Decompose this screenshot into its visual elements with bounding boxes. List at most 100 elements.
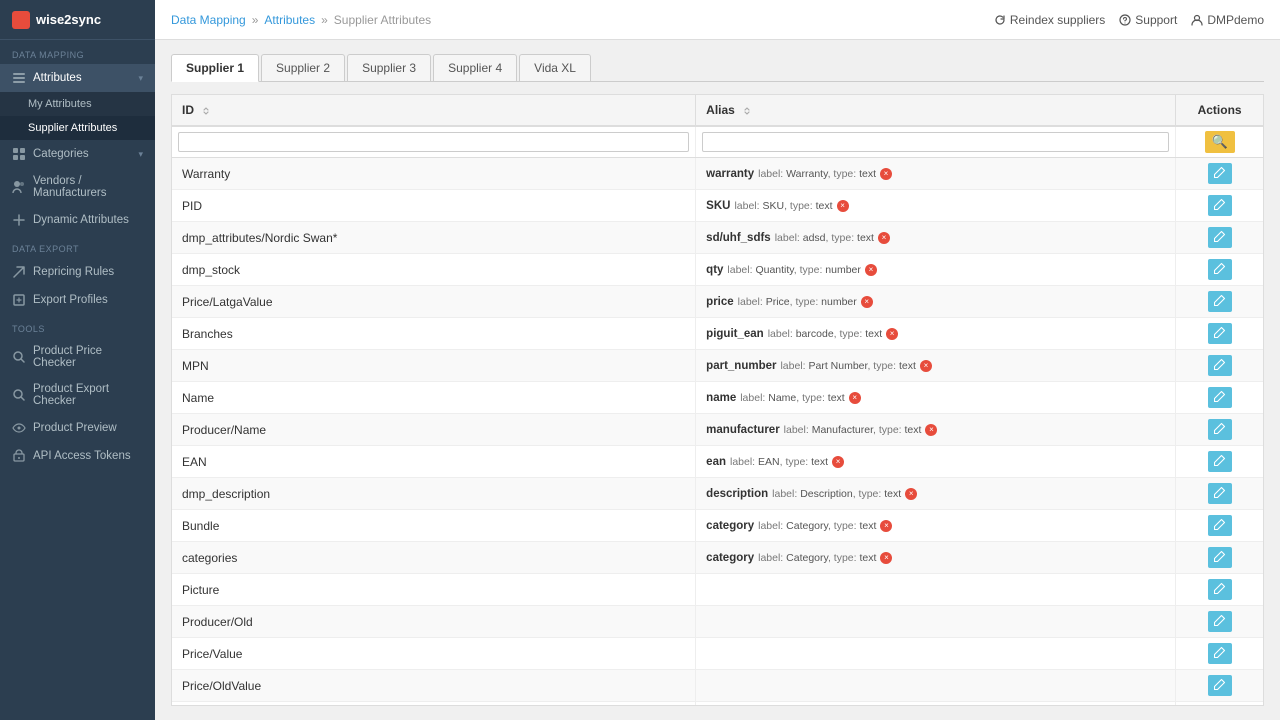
alias-name: name <box>706 392 736 404</box>
alias-name: price <box>706 296 734 308</box>
row-actions-cell <box>1176 446 1263 478</box>
repricing-icon <box>12 265 26 279</box>
sidebar-item-supplier-attributes[interactable]: Supplier Attributes <box>0 116 155 140</box>
alias-remove-button[interactable]: × <box>861 296 873 308</box>
sidebar-item-my-attributes[interactable]: My Attributes <box>0 92 155 116</box>
content-area: Supplier 1 Supplier 2 Supplier 3 Supplie… <box>155 40 1280 720</box>
tab-vida-xl[interactable]: Vida XL <box>519 54 591 81</box>
alias-remove-button[interactable]: × <box>878 232 890 244</box>
user-menu[interactable]: DMPdemo <box>1191 13 1264 27</box>
edit-button[interactable] <box>1208 515 1232 536</box>
alias-remove-button[interactable]: × <box>920 360 932 372</box>
alias-remove-button[interactable]: × <box>886 328 898 340</box>
alias-name: category <box>706 552 754 564</box>
row-alias-cell: sd/uhf_sdfslabel: adsd, type: text× <box>696 222 1176 254</box>
edit-button[interactable] <box>1208 323 1232 344</box>
row-alias-cell: warrantylabel: Warranty, type: text× <box>696 158 1176 190</box>
edit-button[interactable] <box>1208 611 1232 632</box>
edit-button[interactable] <box>1208 163 1232 184</box>
row-actions-cell <box>1176 350 1263 382</box>
table-row: Namenamelabel: Name, type: text× <box>172 382 1263 414</box>
breadcrumb-data-mapping[interactable]: Data Mapping <box>171 13 246 27</box>
tab-supplier-3[interactable]: Supplier 3 <box>347 54 431 81</box>
alias-remove-button[interactable]: × <box>837 200 849 212</box>
sidebar-item-product-preview[interactable]: Product Preview <box>0 414 155 442</box>
alias-remove-button[interactable]: × <box>880 168 892 180</box>
row-id-cell: Branches <box>172 318 696 350</box>
row-actions-cell <box>1176 318 1263 350</box>
section-label-data-export: DATA EXPORT <box>0 234 155 258</box>
edit-button[interactable] <box>1208 419 1232 440</box>
sidebar-item-dynamic-attributes[interactable]: Dynamic Attributes <box>0 206 155 234</box>
filter-alias-cell <box>696 126 1176 158</box>
filter-search-button[interactable]: 🔍 <box>1205 131 1235 153</box>
row-actions-cell <box>1176 542 1263 574</box>
edit-button[interactable] <box>1208 259 1232 280</box>
alias-remove-button[interactable]: × <box>880 552 892 564</box>
alias-meta: label: Price, type: number <box>738 296 857 308</box>
user-icon <box>1191 14 1203 26</box>
sidebar-item-categories[interactable]: Categories ▾ <box>0 140 155 168</box>
edit-button[interactable] <box>1208 355 1232 376</box>
sidebar-item-repricing-rules[interactable]: Repricing Rules <box>0 258 155 286</box>
row-id-cell: Name <box>172 382 696 414</box>
edit-button[interactable] <box>1208 483 1232 504</box>
edit-icon <box>1214 486 1226 498</box>
alias-meta: label: EAN, type: text <box>730 456 828 468</box>
logo: wise2sync <box>0 0 155 40</box>
alias-meta: label: Part Number, type: text <box>780 360 915 372</box>
table-row: Warrantywarrantylabel: Warranty, type: t… <box>172 158 1263 190</box>
sidebar-item-export-profiles[interactable]: Export Profiles <box>0 286 155 314</box>
edit-button[interactable] <box>1208 291 1232 312</box>
sidebar-item-attributes-label: Attributes <box>33 72 82 84</box>
row-actions-cell <box>1176 638 1263 670</box>
tab-supplier-2[interactable]: Supplier 2 <box>261 54 345 81</box>
alias-name: sd/uhf_sdfs <box>706 232 771 244</box>
categories-icon <box>12 147 26 161</box>
edit-button[interactable] <box>1208 547 1232 568</box>
alias-remove-button[interactable]: × <box>905 488 917 500</box>
row-id-cell: Price/LatgaOldValue <box>172 702 696 707</box>
attributes-arrow: ▾ <box>138 73 143 84</box>
row-alias-cell <box>696 702 1176 707</box>
sort-id-icon <box>201 106 211 116</box>
sidebar-item-api-access-tokens[interactable]: API Access Tokens <box>0 442 155 470</box>
alias-remove-button[interactable]: × <box>832 456 844 468</box>
tab-supplier-4[interactable]: Supplier 4 <box>433 54 517 81</box>
support-link[interactable]: Support <box>1119 13 1177 27</box>
edit-button[interactable] <box>1208 675 1232 696</box>
edit-button[interactable] <box>1208 227 1232 248</box>
filter-id-input[interactable] <box>178 132 689 152</box>
edit-button[interactable] <box>1208 451 1232 472</box>
attributes-icon <box>12 71 26 85</box>
col-header-alias: Alias <box>696 95 1176 126</box>
export-profiles-label: Export Profiles <box>33 294 108 306</box>
alias-name: ean <box>706 456 726 468</box>
row-id-cell: Bundle <box>172 510 696 542</box>
breadcrumb-attributes[interactable]: Attributes <box>264 13 315 27</box>
alias-remove-button[interactable]: × <box>865 264 877 276</box>
sidebar-item-attributes[interactable]: Attributes ▾ <box>0 64 155 92</box>
alias-remove-button[interactable]: × <box>849 392 861 404</box>
edit-button[interactable] <box>1208 387 1232 408</box>
row-actions-cell <box>1176 574 1263 606</box>
alias-name: qty <box>706 264 723 276</box>
edit-icon <box>1214 678 1226 690</box>
edit-button[interactable] <box>1208 579 1232 600</box>
api-tokens-icon <box>12 449 26 463</box>
alias-remove-button[interactable]: × <box>880 520 892 532</box>
edit-button[interactable] <box>1208 195 1232 216</box>
edit-button[interactable] <box>1208 643 1232 664</box>
tab-supplier-1[interactable]: Supplier 1 <box>171 54 259 82</box>
sidebar-item-vendors[interactable]: Vendors / Manufacturers <box>0 168 155 206</box>
row-actions-cell <box>1176 606 1263 638</box>
sidebar-item-product-export-checker[interactable]: Product Export Checker <box>0 376 155 414</box>
sidebar-item-product-price-checker[interactable]: Product Price Checker <box>0 338 155 376</box>
row-alias-cell: qtylabel: Quantity, type: number× <box>696 254 1176 286</box>
filter-id-cell <box>172 126 696 158</box>
main-content: Data Mapping » Attributes » Supplier Att… <box>155 0 1280 720</box>
alias-remove-button[interactable]: × <box>925 424 937 436</box>
reindex-suppliers-link[interactable]: Reindex suppliers <box>994 13 1105 27</box>
table-header-row: ID Alias Actions <box>172 95 1263 126</box>
filter-alias-input[interactable] <box>702 132 1169 152</box>
